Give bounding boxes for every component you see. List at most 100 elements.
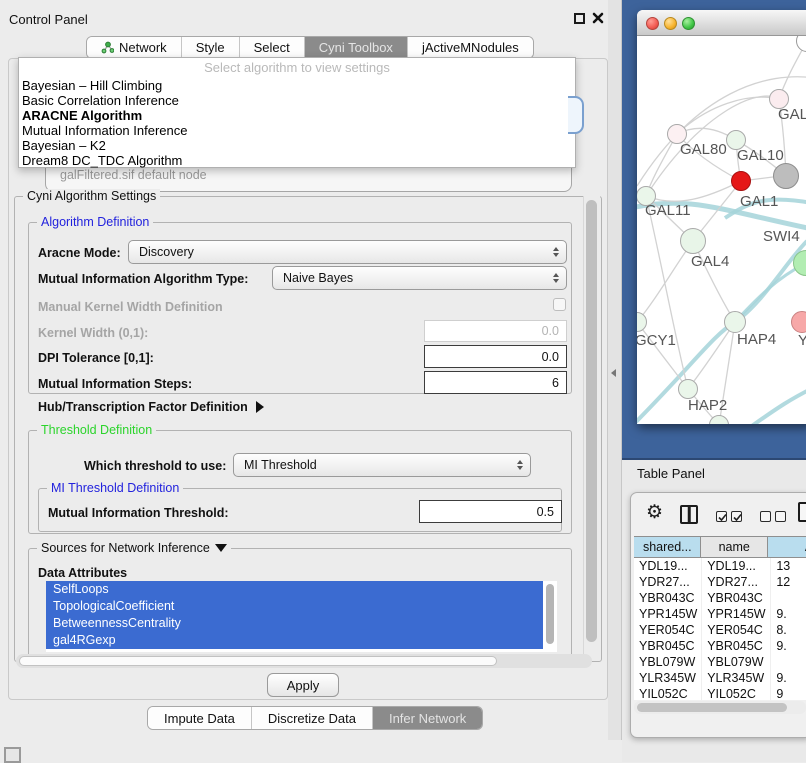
network-window-titlebar[interactable] bbox=[637, 10, 806, 36]
tab-discretize-data[interactable]: Discretize Data bbox=[252, 707, 373, 729]
network-tab-icon bbox=[101, 41, 114, 54]
manual-kernel-width-checkbox[interactable] bbox=[553, 298, 566, 311]
tab-infer-network[interactable]: Infer Network bbox=[373, 707, 482, 729]
algorithm-option[interactable]: Dream8 DC_TDC Algorithm bbox=[19, 153, 575, 168]
tab-jactivemnodules[interactable]: jActiveMNodules bbox=[408, 37, 533, 58]
minimize-traffic-light-icon[interactable] bbox=[664, 17, 677, 30]
float-window-icon[interactable] bbox=[574, 13, 585, 24]
table-row[interactable]: YPR145WYPR145W9. bbox=[634, 606, 806, 622]
table-row[interactable]: YDR27...YDR27...12 bbox=[634, 574, 806, 590]
network-canvas[interactable]: GALGAL80GAL10GAL1GAL11SWI4GAL4GCY1HAP4YH… bbox=[637, 36, 806, 424]
algorithm-option[interactable]: Basic Correlation Inference bbox=[19, 93, 575, 108]
column-header-name[interactable]: name bbox=[701, 537, 768, 557]
table-cell[interactable]: YBL079W bbox=[634, 654, 702, 670]
table-cell[interactable]: YBR043C bbox=[702, 590, 771, 606]
sources-toggle[interactable]: Sources for Network Inference bbox=[37, 541, 231, 555]
table-cell[interactable]: YIL052C bbox=[634, 686, 702, 700]
tab-cyni-toolbox[interactable]: Cyni Toolbox bbox=[305, 37, 408, 58]
data-attribute-item[interactable]: TopologicalCoefficient bbox=[46, 598, 543, 615]
table-row[interactable]: YBL079WYBL079W bbox=[634, 654, 806, 670]
table-cell[interactable]: 9 bbox=[771, 686, 806, 700]
zoom-traffic-light-icon[interactable] bbox=[682, 17, 695, 30]
network-edge[interactable] bbox=[688, 322, 735, 389]
which-threshold-select[interactable]: MI Threshold bbox=[233, 453, 531, 477]
tab-network[interactable]: Network bbox=[87, 37, 182, 58]
mi-threshold-input[interactable]: 0.5 bbox=[419, 500, 562, 523]
table-cell[interactable] bbox=[771, 654, 806, 670]
attribute-list-scrollbar[interactable] bbox=[546, 584, 554, 644]
table-cell[interactable]: 9. bbox=[771, 670, 806, 686]
column-header-shared-name[interactable]: shared... bbox=[634, 537, 701, 557]
table-row[interactable]: YLR345WYLR345W9. bbox=[634, 670, 806, 686]
column-header-partial[interactable]: A bbox=[768, 537, 806, 557]
table-row[interactable]: YBR043CYBR043C bbox=[634, 590, 806, 606]
data-attribute-item[interactable]: gal4RGexp bbox=[46, 632, 543, 649]
table-cell[interactable]: YER054C bbox=[634, 622, 702, 638]
table-cell[interactable]: YBR045C bbox=[702, 638, 771, 654]
node-hap4[interactable] bbox=[724, 311, 746, 333]
algorithm-option[interactable]: Bayesian – Hill Climbing bbox=[19, 78, 575, 93]
node-gal4[interactable] bbox=[680, 228, 706, 254]
settings-vscrollbar-thumb[interactable] bbox=[586, 200, 597, 642]
mi-steps-input[interactable]: 6 bbox=[424, 371, 567, 394]
table-cell[interactable]: 8. bbox=[771, 622, 806, 638]
table-cell[interactable]: YDL19... bbox=[634, 558, 702, 574]
table-cell[interactable]: 12 bbox=[771, 574, 806, 590]
node-salmon[interactable] bbox=[791, 311, 806, 333]
inference-algorithm-combo-fragment[interactable] bbox=[568, 96, 584, 134]
table-cell[interactable]: YBR045C bbox=[634, 638, 702, 654]
table-cell[interactable]: YDR27... bbox=[634, 574, 702, 590]
divider-collapse-icon[interactable] bbox=[611, 369, 616, 377]
table-hscrollbar-thumb[interactable] bbox=[637, 703, 787, 712]
select-all-checkbox-icon[interactable] bbox=[716, 511, 727, 522]
aracne-mode-select[interactable]: Discovery bbox=[128, 240, 567, 264]
table-cell[interactable]: 9. bbox=[771, 638, 806, 654]
tab-impute-data[interactable]: Impute Data bbox=[148, 707, 252, 729]
table-cell[interactable]: YBR043C bbox=[634, 590, 702, 606]
table-cell[interactable]: 13 bbox=[771, 558, 806, 574]
mi-algorithm-type-select[interactable]: Naive Bayes bbox=[272, 266, 567, 290]
node-gal1[interactable] bbox=[731, 171, 751, 191]
close-traffic-light-icon[interactable] bbox=[646, 17, 659, 30]
table-cell[interactable]: 9. bbox=[771, 606, 806, 622]
hub-definition-toggle[interactable]: Hub/Transcription Factor Definition bbox=[38, 400, 264, 414]
settings-hscrollbar-thumb[interactable] bbox=[19, 656, 497, 666]
data-attribute-item[interactable]: SelfLoops bbox=[46, 581, 543, 598]
algorithm-option[interactable]: ARACNE Algorithm bbox=[19, 108, 575, 123]
table-cell[interactable]: YLR345W bbox=[702, 670, 771, 686]
deselect-checkbox2-icon[interactable] bbox=[775, 511, 786, 522]
table-cell[interactable]: YDL19... bbox=[702, 558, 771, 574]
algorithm-option[interactable]: Mutual Information Inference bbox=[19, 123, 575, 138]
node-hap2[interactable] bbox=[678, 379, 698, 399]
columns-icon[interactable] bbox=[680, 505, 698, 524]
table-cell[interactable]: YPR145W bbox=[634, 606, 702, 622]
table-cell[interactable]: YPR145W bbox=[702, 606, 771, 622]
close-icon[interactable] bbox=[592, 12, 604, 24]
table-row[interactable]: YIL052CYIL052C9 bbox=[634, 686, 806, 700]
table-cell[interactable]: YLR345W bbox=[634, 670, 702, 686]
select-all-checkbox2-icon[interactable] bbox=[731, 511, 742, 522]
deselect-checkbox-icon[interactable] bbox=[760, 511, 771, 522]
table-cell[interactable]: YIL052C bbox=[702, 686, 771, 700]
data-attributes-list[interactable]: SelfLoopsTopologicalCoefficientBetweenne… bbox=[46, 581, 557, 652]
table-cell[interactable] bbox=[771, 590, 806, 606]
gear-icon[interactable]: ⚙ bbox=[646, 503, 663, 522]
dpi-tolerance-input[interactable]: 0.0 bbox=[424, 345, 567, 368]
table-row[interactable]: YDL19...YDL19...13 bbox=[634, 558, 806, 574]
apply-button[interactable]: Apply bbox=[267, 673, 339, 697]
algorithm-option[interactable]: Bayesian – K2 bbox=[19, 138, 575, 153]
table-cell[interactable]: YER054C bbox=[702, 622, 771, 638]
minimized-panel-icon[interactable] bbox=[4, 747, 21, 763]
kernel-width-input[interactable]: 0.0 bbox=[424, 320, 567, 342]
node-gray[interactable] bbox=[773, 163, 799, 189]
file-icon[interactable] bbox=[798, 502, 806, 522]
table-cell[interactable]: YBL079W bbox=[702, 654, 771, 670]
table-cell[interactable]: YDR27... bbox=[702, 574, 771, 590]
data-attribute-item[interactable]: BetweennessCentrality bbox=[46, 615, 543, 632]
tab-style[interactable]: Style bbox=[182, 37, 240, 58]
tab-select[interactable]: Select bbox=[240, 37, 305, 58]
table-row[interactable]: YER054CYER054C8. bbox=[634, 622, 806, 638]
network-edge[interactable] bbox=[646, 196, 688, 389]
table-row[interactable]: YBR045CYBR045C9. bbox=[634, 638, 806, 654]
network-edge[interactable] bbox=[749, 386, 806, 424]
